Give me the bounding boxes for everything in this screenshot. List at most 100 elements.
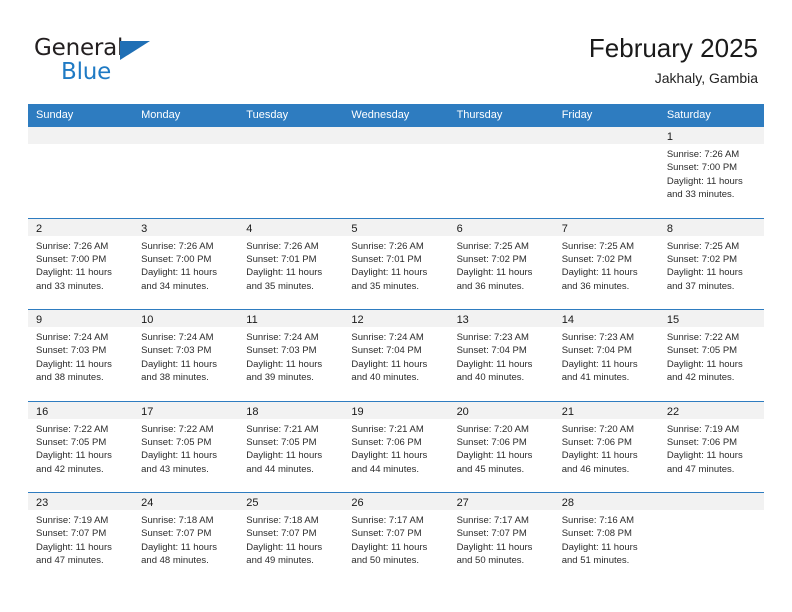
day-number-band: 6 — [448, 218, 554, 237]
daylight-text-line2: and 48 minutes. — [141, 555, 209, 567]
day-cell[interactable] — [658, 493, 764, 584]
day-cell[interactable]: 9 Sunrise: 7:24 AM Sunset: 7:03 PM Dayli… — [28, 310, 134, 401]
sunrise-text: Sunrise: 7:26 AM — [666, 149, 740, 160]
day-cell[interactable]: 22 Sunrise: 7:19 AM Sunset: 7:06 PM Dayl… — [658, 401, 764, 492]
sunrise-text: Sunrise: 7:23 AM — [561, 332, 635, 343]
sunset-text: Sunset: 7:00 PM — [141, 253, 212, 265]
day-cell[interactable]: 3 Sunrise: 7:26 AM Sunset: 7:00 PM Dayli… — [133, 218, 239, 309]
day-cell[interactable]: 17 Sunrise: 7:22 AM Sunset: 7:05 PM Dayl… — [133, 401, 239, 492]
daylight-text-line2: and 35 minutes. — [246, 280, 314, 292]
day-cell[interactable]: 14 Sunrise: 7:23 AM Sunset: 7:04 PM Dayl… — [553, 310, 659, 401]
sunset-text: Sunset: 7:07 PM — [246, 528, 317, 540]
sunset-text: Sunset: 7:05 PM — [246, 436, 317, 448]
brand-logo[interactable]: General Blue — [34, 37, 234, 89]
day-cell[interactable]: 4 Sunrise: 7:26 AM Sunset: 7:01 PM Dayli… — [238, 218, 344, 309]
sunset-text: Sunset: 7:06 PM — [456, 436, 527, 448]
day-number-band: 4 — [238, 218, 344, 237]
week-row: 16 Sunrise: 7:22 AM Sunset: 7:05 PM Dayl… — [28, 400, 764, 492]
weekday-saturday: Saturday — [666, 109, 711, 121]
daylight-text-line2: and 33 minutes. — [36, 280, 104, 292]
day-number: 10 — [141, 314, 154, 326]
daylight-text-line2: and 38 minutes. — [141, 372, 209, 384]
day-number-band: 23 — [28, 493, 134, 511]
day-cell[interactable]: 13 Sunrise: 7:23 AM Sunset: 7:04 PM Dayl… — [448, 310, 554, 401]
day-cell[interactable]: 8 Sunrise: 7:25 AM Sunset: 7:02 PM Dayli… — [658, 218, 764, 309]
daylight-text-line1: Daylight: 11 hours — [141, 450, 218, 462]
page-title: February 2025 — [588, 33, 758, 63]
day-number — [238, 131, 246, 143]
day-cell[interactable]: 23 Sunrise: 7:19 AM Sunset: 7:07 PM Dayl… — [28, 493, 134, 584]
day-cell[interactable] — [133, 127, 239, 218]
day-cell[interactable]: 27 Sunrise: 7:17 AM Sunset: 7:07 PM Dayl… — [448, 493, 554, 584]
day-cell[interactable]: 24 Sunrise: 7:18 AM Sunset: 7:07 PM Dayl… — [133, 493, 239, 584]
daylight-text-line1: Daylight: 11 hours — [141, 267, 218, 279]
day-cell[interactable]: 1 Sunrise: 7:26 AM Sunset: 7:00 PM Dayli… — [658, 127, 764, 218]
daylight-text-line1: Daylight: 11 hours — [246, 267, 323, 279]
day-number: 17 — [141, 405, 154, 418]
day-details: Sunrise: 7:23 AM Sunset: 7:04 PM Dayligh… — [449, 328, 554, 385]
daylight-text-line1: Daylight: 11 hours — [561, 358, 638, 370]
day-cell[interactable]: 19 Sunrise: 7:21 AM Sunset: 7:06 PM Dayl… — [343, 401, 449, 492]
day-number-band: 22 — [658, 401, 764, 420]
weekday-monday: Monday — [141, 109, 181, 121]
week-row: 1 Sunrise: 7:26 AM Sunset: 7:00 PM Dayli… — [28, 126, 764, 218]
day-cell[interactable]: 2 Sunrise: 7:26 AM Sunset: 7:00 PM Dayli… — [28, 218, 134, 309]
week-row: 23 Sunrise: 7:19 AM Sunset: 7:07 PM Dayl… — [28, 492, 764, 584]
daylight-text-line1: Daylight: 11 hours — [351, 358, 428, 370]
sunset-text: Sunset: 7:06 PM — [351, 436, 422, 448]
sunset-text: Sunset: 7:01 PM — [351, 253, 422, 265]
day-number-band: 17 — [133, 401, 239, 420]
day-number-band: 1 — [658, 127, 764, 145]
sunset-text: Sunset: 7:07 PM — [351, 528, 422, 540]
sunrise-text: Sunrise: 7:20 AM — [456, 423, 529, 435]
day-cell[interactable] — [343, 127, 449, 218]
day-cell[interactable]: 12 Sunrise: 7:24 AM Sunset: 7:04 PM Dayl… — [343, 310, 449, 401]
day-cell[interactable]: 26 Sunrise: 7:17 AM Sunset: 7:07 PM Dayl… — [343, 493, 449, 584]
day-cell[interactable]: 16 Sunrise: 7:22 AM Sunset: 7:05 PM Dayl… — [28, 401, 134, 492]
day-cell[interactable]: 28 Sunrise: 7:16 AM Sunset: 7:08 PM Dayl… — [553, 493, 659, 584]
day-cell[interactable]: 21 Sunrise: 7:20 AM Sunset: 7:06 PM Dayl… — [553, 401, 659, 492]
daylight-text-line2: and 36 minutes. — [456, 280, 525, 292]
day-cell[interactable]: 25 Sunrise: 7:18 AM Sunset: 7:07 PM Dayl… — [238, 493, 344, 584]
sunset-text: Sunset: 7:05 PM — [141, 436, 212, 448]
day-details: Sunrise: 7:22 AM Sunset: 7:05 PM Dayligh… — [28, 420, 133, 477]
day-cell[interactable]: 11 Sunrise: 7:24 AM Sunset: 7:03 PM Dayl… — [238, 310, 344, 401]
day-cell[interactable] — [553, 127, 659, 218]
day-number: 25 — [246, 497, 259, 509]
daylight-text-line2: and 47 minutes. — [36, 555, 104, 567]
day-number-band: 25 — [238, 493, 344, 511]
day-number-band: 28 — [553, 493, 659, 511]
daylight-text-line2: and 40 minutes. — [351, 372, 420, 384]
day-cell[interactable]: 10 Sunrise: 7:24 AM Sunset: 7:03 PM Dayl… — [133, 310, 239, 401]
day-number-band: 2 — [28, 218, 134, 237]
sunset-text: Sunset: 7:00 PM — [36, 253, 107, 265]
sunset-text: Sunset: 7:06 PM — [666, 436, 738, 448]
day-details — [238, 145, 343, 148]
day-cell[interactable]: 6 Sunrise: 7:25 AM Sunset: 7:02 PM Dayli… — [448, 218, 554, 309]
day-number-band: 26 — [343, 493, 449, 511]
day-number: 9 — [36, 314, 43, 326]
day-details: Sunrise: 7:26 AM Sunset: 7:01 PM Dayligh… — [343, 237, 448, 294]
day-number: 23 — [36, 497, 49, 509]
day-number: 16 — [36, 405, 49, 418]
day-cell[interactable]: 15 Sunrise: 7:22 AM Sunset: 7:05 PM Dayl… — [658, 310, 764, 401]
sunrise-text: Sunrise: 7:19 AM — [36, 515, 109, 526]
day-cell[interactable] — [28, 127, 134, 218]
daylight-text-line2: and 43 minutes. — [141, 463, 209, 475]
daylight-text-line1: Daylight: 11 hours — [666, 267, 743, 279]
day-cell[interactable]: 5 Sunrise: 7:26 AM Sunset: 7:01 PM Dayli… — [343, 218, 449, 309]
sunset-text: Sunset: 7:03 PM — [36, 345, 107, 357]
day-cell[interactable] — [448, 127, 554, 218]
day-cell[interactable]: 18 Sunrise: 7:21 AM Sunset: 7:05 PM Dayl… — [238, 401, 344, 492]
day-number: 11 — [246, 314, 258, 326]
day-number-band: 13 — [448, 310, 554, 328]
day-cell[interactable]: 20 Sunrise: 7:20 AM Sunset: 7:06 PM Dayl… — [448, 401, 554, 492]
day-cell[interactable]: 7 Sunrise: 7:25 AM Sunset: 7:02 PM Dayli… — [553, 218, 659, 309]
weekday-thursday: Thursday — [456, 109, 503, 121]
day-cell[interactable] — [238, 127, 344, 218]
sunrise-text: Sunrise: 7:22 AM — [36, 423, 109, 435]
daylight-text-line2: and 34 minutes. — [141, 280, 209, 292]
day-number-band: 19 — [343, 401, 449, 420]
day-number-band: 8 — [658, 218, 764, 237]
brand-name-blue: Blue — [61, 59, 112, 85]
